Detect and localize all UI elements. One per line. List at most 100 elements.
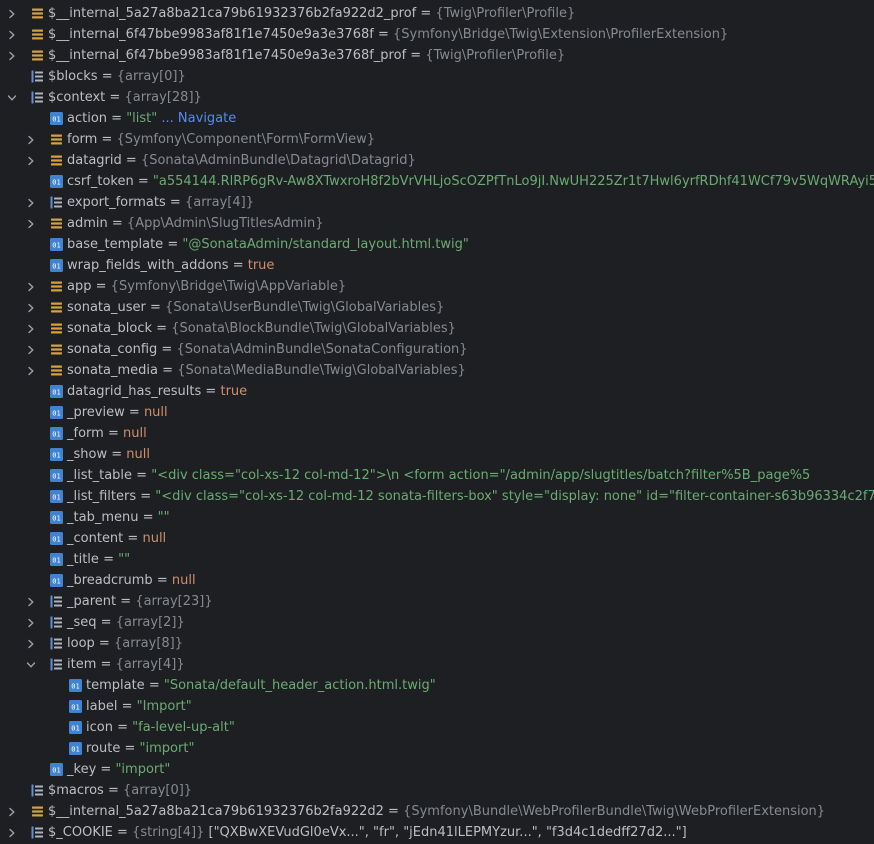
tree-row[interactable]: 01 _show = null [0,444,874,465]
chevron-right-icon[interactable] [25,591,37,612]
tree-row-text: form = {Symfony\Component\Form\FormView} [67,129,375,150]
array-field-icon [50,595,63,608]
tree-row[interactable]: _seq = {array[2]} [0,612,874,633]
tree-row-text: $__internal_6f47bbe9983af81f1e7450e9a3e3… [48,24,728,45]
chevron-right-icon[interactable] [25,192,37,213]
tree-row[interactable]: form = {Symfony\Component\Form\FormView} [0,129,874,150]
tree-row[interactable]: $context = {array[28]} [0,87,874,108]
chevron-right-icon[interactable] [25,339,37,360]
variable-value: null [126,447,150,462]
variable-name: _seq [67,615,97,630]
tree-row[interactable]: 01 base_template = "@SonataAdmin/standard… [0,234,874,255]
chevron-right-icon[interactable] [25,633,37,654]
tree-row[interactable]: sonata_config = {Sonata\AdminBundle\Sona… [0,339,874,360]
tree-row[interactable]: 01 _title = "" [0,549,874,570]
tree-row[interactable]: $__internal_6f47bbe9983af81f1e7450e9a3e3… [0,24,874,45]
equals-sign: = [156,321,168,336]
tree-row[interactable]: 01 _content = null [0,528,874,549]
tree-row[interactable]: sonata_media = {Sonata\MediaBundle\Twig\… [0,360,874,381]
tree-row[interactable]: admin = {App\Admin\SlugTitlesAdmin} [0,213,874,234]
tree-row[interactable]: sonata_block = {Sonata\BlockBundle\Twig\… [0,318,874,339]
variable-value: {Sonata\MediaBundle\Twig\GlobalVariables… [177,363,466,378]
variable-name: admin [67,216,108,231]
tree-row[interactable]: app = {Symfony\Bridge\Twig\AppVariable} [0,276,874,297]
tree-row-text: _preview = null [67,402,168,423]
equals-sign: = [205,384,217,399]
tree-row[interactable]: export_formats = {array[4]} [0,192,874,213]
equals-sign: = [142,510,154,525]
tree-row[interactable]: 01 template = "Sonata/default_header_acti… [0,675,874,696]
tree-row[interactable]: item = {array[4]} [0,654,874,675]
variable-name: _parent [67,594,117,609]
tree-row[interactable]: $blocks = {array[0]} [0,66,874,87]
tree-row[interactable]: sonata_user = {Sonata\UserBundle\Twig\Gl… [0,297,874,318]
tree-row[interactable]: 01 _list_filters = "<div class="col-xs-12… [0,486,874,507]
object-field-icon [50,364,63,377]
tree-row[interactable]: 01 _list_table = "<div class="col-xs-12 c… [0,465,874,486]
chevron-right-icon[interactable] [25,360,37,381]
tree-row[interactable]: 01 _form = null [0,423,874,444]
svg-text:01: 01 [52,430,60,438]
tree-row[interactable]: 01 _breadcrumb = null [0,570,874,591]
value-preview: ["QXBwXEVudGl0eVx...", "fr", "jEdn41lLEP… [208,825,687,840]
chevron-right-icon[interactable] [25,318,37,339]
tree-row[interactable]: 01 _key = "import" [0,759,874,780]
tree-row[interactable]: 01 _preview = null [0,402,874,423]
tree-row-text: datagrid = {Sonata\AdminBundle\Datagrid\… [67,150,416,171]
variable-name: loop [67,636,95,651]
chevron-right-icon[interactable] [6,801,18,822]
tree-row[interactable]: $__internal_5a27a8ba21ca79b61932376b2fa9… [0,801,874,822]
variable-value: {array[8]} [113,636,184,651]
tree-row[interactable]: 01 icon = "fa-level-up-alt" [0,717,874,738]
equals-sign: = [111,447,123,462]
array-field-icon [31,70,44,83]
svg-text:01: 01 [52,115,60,123]
chevron-down-icon[interactable] [6,87,18,108]
tree-row[interactable]: 01 datagrid_has_results = true [0,381,874,402]
chevron-right-icon[interactable] [25,150,37,171]
tree-row[interactable]: datagrid = {Sonata\AdminBundle\Datagrid\… [0,150,874,171]
tree-row[interactable]: 01 wrap_fields_with_addons = true [0,255,874,276]
variable-name: sonata_media [67,363,158,378]
variable-name: item [67,657,97,672]
variable-value: "<div class="col-xs-12 col-md-12 sonata-… [155,489,874,504]
object-field-icon [50,133,63,146]
chevron-right-icon[interactable] [6,24,18,45]
tree-row[interactable]: $macros = {array[0]} [0,780,874,801]
chevron-right-icon[interactable] [6,45,18,66]
variable-value: {array[4]} [184,195,254,210]
tree-row-text: _form = null [67,423,147,444]
chevron-right-icon[interactable] [25,213,37,234]
tree-row[interactable]: 01 route = "import" [0,738,874,759]
chevron-right-icon[interactable] [25,612,37,633]
tree-row[interactable]: 01 action = "list" ... Navigate [0,108,874,129]
chevron-right-icon[interactable] [6,3,18,24]
variable-name: _list_filters [67,489,137,504]
tree-row[interactable]: $__internal_6f47bbe9983af81f1e7450e9a3e3… [0,45,874,66]
chevron-right-icon[interactable] [25,276,37,297]
object-field-icon [31,7,44,20]
chevron-right-icon[interactable] [25,129,37,150]
chevron-right-icon[interactable] [25,297,37,318]
navigate-link[interactable]: ... Navigate [161,111,236,126]
tree-row-text: $__internal_5a27a8ba21ca79b61932376b2fa9… [48,3,575,24]
object-field-icon [31,805,44,818]
tree-row[interactable]: _parent = {array[23]} [0,591,874,612]
tree-row[interactable]: $__internal_5a27a8ba21ca79b61932376b2fa9… [0,3,874,24]
svg-text:01: 01 [52,262,60,270]
primitive-field-icon: 01 [50,763,63,776]
tree-row-text: $__internal_6f47bbe9983af81f1e7450e9a3e3… [48,45,565,66]
object-field-icon [50,343,63,356]
chevron-down-icon[interactable] [25,654,37,675]
variable-value: null [171,573,196,588]
variable-name: label [86,699,118,714]
chevron-right-icon[interactable] [6,822,18,843]
tree-row[interactable]: 01 csrf_token = "a554144.RlRP6gRv-Aw8XTwx… [0,171,874,192]
tree-row[interactable]: loop = {array[8]} [0,633,874,654]
tree-row[interactable]: $_COOKIE = {string[4]} ["QXBwXEVudGl0eVx… [0,822,874,843]
tree-row[interactable]: 01 _tab_menu = "" [0,507,874,528]
tree-row[interactable]: 01 label = "Import" [0,696,874,717]
variable-name: $__internal_5a27a8ba21ca79b61932376b2fa9… [48,804,384,819]
primitive-field-icon: 01 [69,721,82,734]
svg-text:01: 01 [52,241,60,249]
